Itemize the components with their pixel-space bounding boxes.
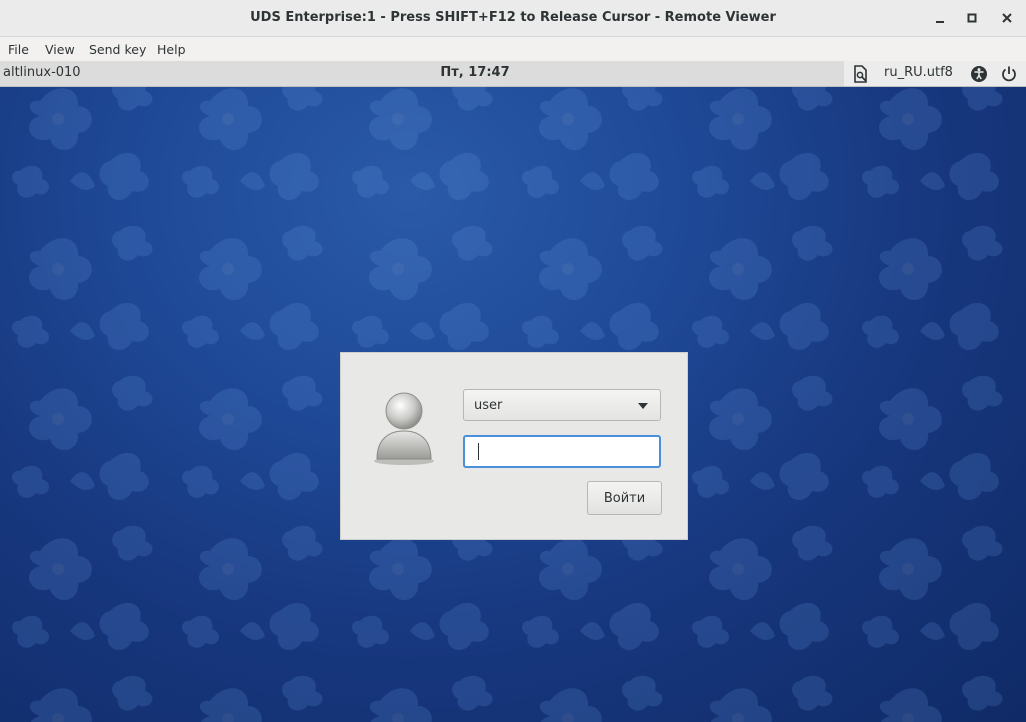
password-input[interactable] (463, 435, 661, 468)
system-tray: ru_RU.utf8 (844, 61, 1026, 86)
text-cursor (478, 443, 479, 460)
accessibility-icon[interactable] (970, 65, 988, 83)
menu-view[interactable]: View (45, 42, 75, 57)
top-panel: altlinux-010 Пт, 17:47 ru_RU.utf8 (0, 61, 1026, 87)
close-icon[interactable] (997, 8, 1017, 28)
user-avatar-icon (371, 387, 437, 467)
session-document-icon[interactable] (852, 65, 870, 83)
window-title: UDS Enterprise:1 - Press SHIFT+F12 to Re… (250, 10, 776, 25)
login-dialog: user Войти (340, 352, 688, 540)
clock-label[interactable]: Пт, 17:47 (0, 65, 950, 80)
power-icon[interactable] (1000, 65, 1018, 83)
login-button[interactable]: Войти (587, 481, 662, 515)
chevron-down-icon (638, 403, 648, 409)
window-titlebar[interactable]: UDS Enterprise:1 - Press SHIFT+F12 to Re… (0, 0, 1026, 37)
menu-help[interactable]: Help (157, 42, 186, 57)
remote-display[interactable]: altlinux-010 Пт, 17:47 ru_RU.utf8 user В… (0, 61, 1026, 722)
user-select[interactable]: user (463, 389, 661, 421)
user-select-value: user (474, 398, 503, 413)
minimize-icon[interactable] (930, 8, 950, 28)
locale-label[interactable]: ru_RU.utf8 (884, 65, 953, 80)
menu-send-key[interactable]: Send key (89, 42, 146, 57)
menu-file[interactable]: File (8, 42, 29, 57)
maximize-icon[interactable] (962, 8, 982, 28)
menubar: File View Send key Help (0, 37, 1026, 61)
